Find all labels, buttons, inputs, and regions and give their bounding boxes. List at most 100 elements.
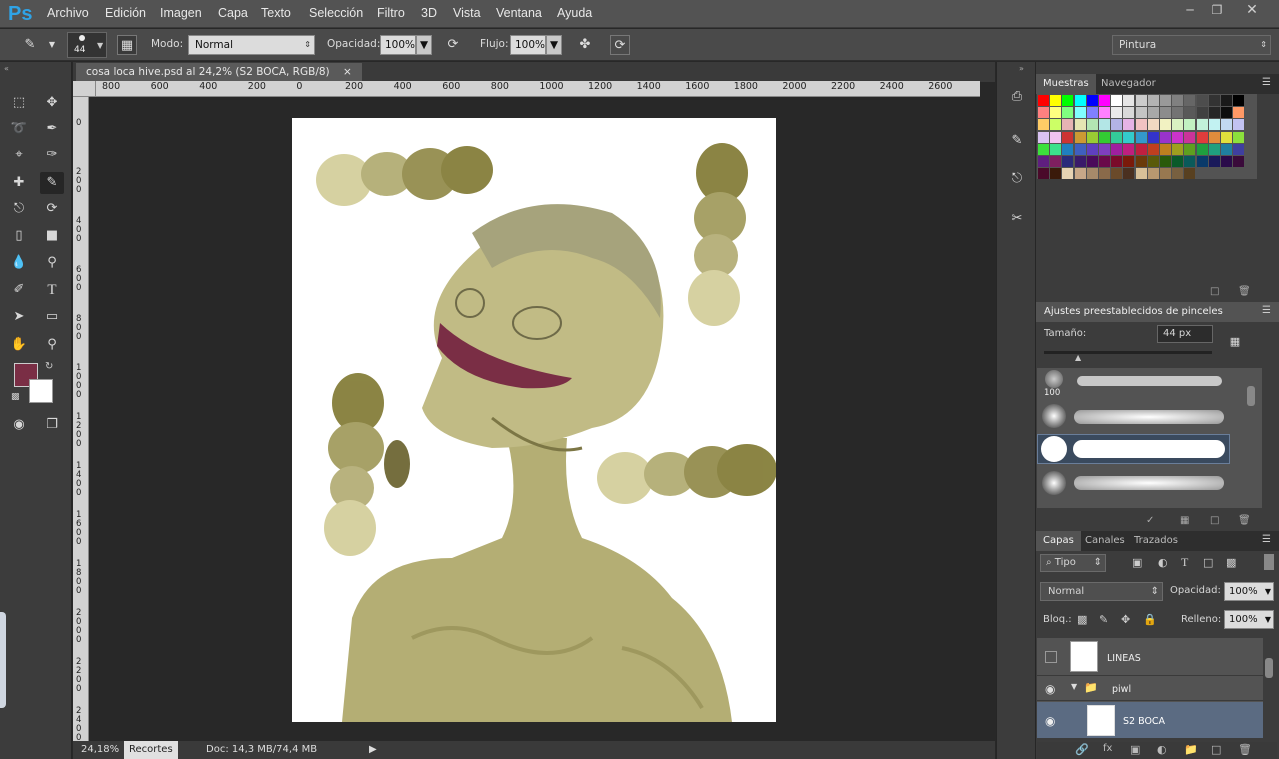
new-swatch-icon[interactable]: □	[1210, 286, 1219, 297]
color-swatch[interactable]	[1208, 119, 1220, 131]
mode-select[interactable]: Normal ⇕	[188, 35, 315, 55]
color-swatch[interactable]	[1111, 143, 1123, 155]
color-swatch[interactable]	[1074, 131, 1086, 143]
color-swatch[interactable]	[1062, 143, 1074, 155]
color-swatch[interactable]	[1111, 107, 1123, 119]
color-swatch[interactable]	[1147, 119, 1159, 131]
color-swatch[interactable]	[1160, 168, 1171, 180]
color-swatch[interactable]	[1184, 156, 1196, 167]
color-swatch[interactable]	[1074, 107, 1086, 119]
color-swatch[interactable]	[1038, 119, 1049, 131]
zoom-level[interactable]: 24,18%	[81, 744, 119, 755]
color-swatch[interactable]	[1123, 131, 1135, 143]
color-swatch[interactable]	[1172, 168, 1184, 180]
color-swatch[interactable]	[1062, 107, 1074, 119]
color-swatch[interactable]	[1221, 119, 1232, 131]
marquee-tool-icon[interactable]: ⬚	[7, 92, 31, 114]
color-swatch[interactable]	[1196, 119, 1208, 131]
color-swatch[interactable]	[1160, 143, 1171, 155]
scrollbar-thumb[interactable]	[1247, 386, 1255, 406]
color-swatch[interactable]	[1074, 95, 1086, 106]
link-layers-icon[interactable]: 🔗	[1075, 743, 1089, 756]
color-swatch[interactable]	[1221, 156, 1232, 167]
menu-ventana[interactable]: Ventana	[496, 6, 542, 20]
color-swatch[interactable]	[1233, 95, 1245, 106]
layer-row-piwl[interactable]: ◉ ▼ 📁 piwl	[1037, 677, 1263, 701]
color-swatch[interactable]	[1221, 107, 1232, 119]
tab-muestras[interactable]: Muestras	[1036, 74, 1096, 94]
eraser-tool-icon[interactable]: ▯	[7, 225, 31, 247]
color-swatch[interactable]	[1147, 156, 1159, 167]
color-swatch[interactable]	[1160, 156, 1171, 167]
tab-capas[interactable]: Capas	[1036, 531, 1081, 551]
close-tab-icon[interactable]: ×	[343, 66, 352, 78]
close-icon[interactable]: ✕	[1238, 2, 1266, 20]
pen-tool-icon[interactable]: ✐	[7, 279, 31, 301]
swap-colors-icon[interactable]: ↻	[45, 361, 53, 372]
color-swatch[interactable]	[1099, 143, 1110, 155]
size-slider[interactable]	[1044, 351, 1212, 354]
color-swatch[interactable]	[1074, 119, 1086, 131]
color-swatch[interactable]	[1062, 156, 1074, 167]
color-swatch[interactable]	[1208, 95, 1220, 106]
zoom-tool-icon[interactable]: ⚲	[40, 334, 64, 356]
menu-vista[interactable]: Vista	[453, 6, 481, 20]
color-swatch[interactable]	[1135, 119, 1147, 131]
color-swatch[interactable]	[1147, 168, 1159, 180]
color-swatch[interactable]	[1172, 107, 1184, 119]
ruler-origin[interactable]	[73, 81, 96, 97]
color-swatch[interactable]	[1050, 95, 1062, 106]
dodge-tool-icon[interactable]: ⚲	[40, 252, 64, 274]
status-menu-arrow-icon[interactable]: ▶	[369, 744, 377, 755]
layer-row-lineas[interactable]: LINEAS	[1037, 638, 1263, 676]
lock-position-icon[interactable]: ✥	[1121, 613, 1130, 626]
color-swatch[interactable]	[1099, 107, 1110, 119]
brush-thumb[interactable]	[1041, 436, 1067, 462]
brush-panel-icon[interactable]: ▦	[117, 35, 137, 55]
color-swatch[interactable]	[1233, 143, 1245, 155]
color-swatch[interactable]	[1135, 168, 1147, 180]
workspace-select[interactable]: Pintura ⇕	[1112, 35, 1271, 55]
lasso-tool-icon[interactable]: ➰	[7, 118, 31, 140]
menu-edicion[interactable]: Edición	[105, 6, 146, 20]
color-swatch[interactable]	[1184, 95, 1196, 106]
eye-icon[interactable]: ◉	[1045, 682, 1055, 696]
color-swatch[interactable]	[1147, 107, 1159, 119]
color-swatch[interactable]	[1038, 131, 1049, 143]
menu-ayuda[interactable]: Ayuda	[557, 6, 592, 20]
clone-source-panel-icon[interactable]: ⎋	[1005, 168, 1029, 190]
brush-stroke-preview[interactable]	[1073, 440, 1225, 458]
color-swatch[interactable]	[1062, 131, 1074, 143]
menu-capa[interactable]: Capa	[218, 6, 248, 20]
opacity-input[interactable]: 100%	[380, 35, 416, 55]
color-swatch[interactable]	[1099, 95, 1110, 106]
flow-dropdown-icon[interactable]: ▼	[546, 35, 562, 55]
color-swatch[interactable]	[1135, 143, 1147, 155]
color-swatch[interactable]	[1184, 119, 1196, 131]
gradient-tool-icon[interactable]: ■	[40, 225, 64, 247]
layer-opacity-input[interactable]: 100% ▼	[1224, 582, 1274, 601]
delete-layer-icon[interactable]: 🗑	[1238, 743, 1252, 756]
color-swatch[interactable]	[1086, 107, 1098, 119]
blur-tool-icon[interactable]: 💧	[7, 252, 31, 274]
color-swatch[interactable]	[1208, 131, 1220, 143]
crop-tool-icon[interactable]: ⌖	[7, 144, 31, 166]
lock-transparency-icon[interactable]: ▩	[1077, 613, 1087, 626]
new-preset-icon[interactable]: □	[1210, 515, 1219, 526]
color-swatch[interactable]	[1062, 95, 1074, 106]
color-swatch[interactable]	[1184, 131, 1196, 143]
size-input[interactable]: 44 px	[1157, 325, 1213, 343]
color-swatch[interactable]	[1086, 119, 1098, 131]
tab-canales[interactable]: Canales	[1078, 531, 1132, 551]
layer-style-icon[interactable]: fx	[1103, 743, 1112, 754]
brush-thumb[interactable]	[1042, 471, 1066, 495]
menu-filtro[interactable]: Filtro	[377, 6, 405, 20]
color-swatch[interactable]	[1038, 156, 1049, 167]
panel-menu-icon[interactable]: ☰	[1262, 305, 1271, 316]
filter-shape-icon[interactable]: □	[1203, 556, 1213, 569]
default-colors-icon[interactable]: ▩	[11, 392, 20, 402]
color-swatch[interactable]	[1135, 156, 1147, 167]
color-swatch[interactable]	[1038, 95, 1049, 106]
eyedropper-tool-icon[interactable]: ✑	[40, 144, 64, 166]
restore-icon[interactable]: ❐	[1203, 2, 1231, 20]
